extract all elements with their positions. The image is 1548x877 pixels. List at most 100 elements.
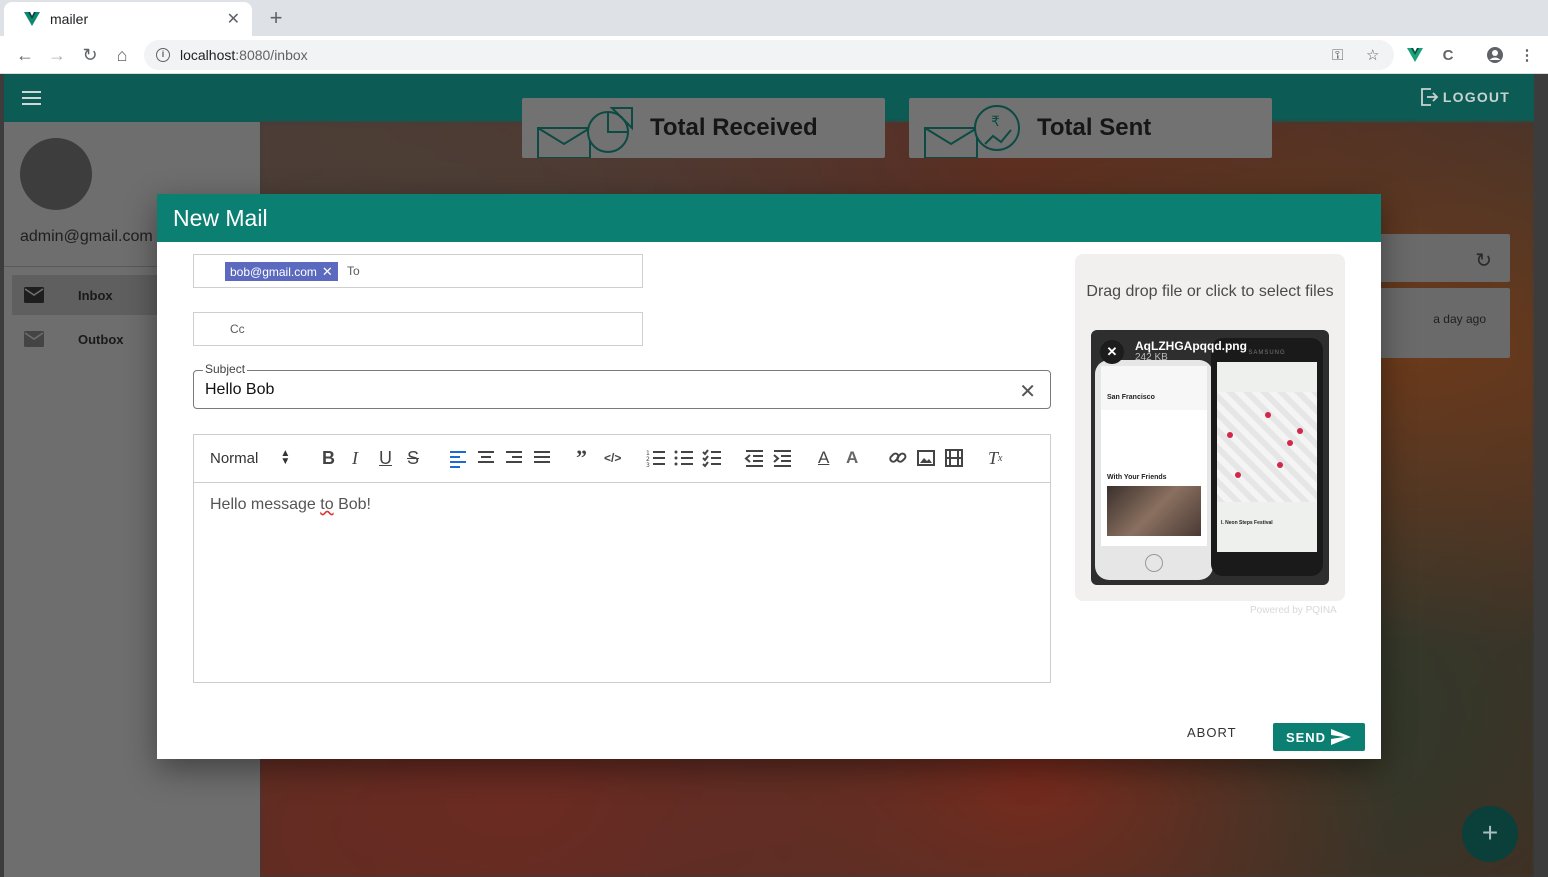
mail-icon: [24, 287, 44, 303]
editor-body[interactable]: Hello message to Bob!: [210, 496, 371, 514]
align-left-icon[interactable]: [448, 447, 468, 469]
svg-text:₹: ₹: [991, 114, 1000, 130]
to-placeholder: To: [347, 264, 360, 278]
underline-icon[interactable]: U: [379, 447, 392, 469]
recipient-chip-label: bob@gmail.com: [230, 264, 317, 279]
clear-formatting-icon[interactable]: Tx: [988, 447, 1002, 469]
file-dropzone[interactable]: Drag drop file or click to select files …: [1075, 254, 1345, 601]
format-select[interactable]: Normal ▲ ▼: [210, 447, 290, 469]
clear-icon[interactable]: ✕: [1019, 379, 1036, 404]
mail-time: a day ago: [1433, 312, 1486, 326]
send-icon: [1331, 729, 1352, 745]
body-text-misspelled: to: [320, 496, 334, 513]
align-center-icon[interactable]: [476, 447, 496, 469]
extension-icon[interactable]: C: [1437, 44, 1459, 66]
hamburger-menu-icon[interactable]: [22, 91, 41, 109]
total-received-card: Total Received: [522, 98, 885, 158]
recipient-chip[interactable]: bob@gmail.com ✕: [225, 262, 338, 281]
ordered-list-icon[interactable]: 123: [646, 447, 666, 469]
dropzone-label: Drag drop file or click to select files: [1086, 283, 1334, 300]
select-arrows-icon: ▲ ▼: [280, 448, 291, 467]
preview-event: I. Neon Steps Festival: [1221, 520, 1273, 526]
inbox-toolbar: ↻: [1380, 234, 1510, 282]
rich-text-editor: Normal ▲ ▼ B I U S ” </> 123 A A Tx Hell…: [193, 434, 1051, 683]
abort-button[interactable]: ABORT: [1187, 725, 1237, 740]
bookmark-star-icon[interactable]: ☆: [1366, 40, 1379, 70]
key-icon[interactable]: ⚿: [1332, 40, 1343, 70]
compose-fab-button[interactable]: +: [1462, 806, 1518, 862]
subject-input[interactable]: Hello Bob: [205, 381, 274, 399]
address-bar[interactable]: i localhost:8080/inbox ⚿ ☆: [144, 40, 1394, 70]
url-path: :8080/inbox: [235, 47, 308, 63]
info-icon[interactable]: i: [156, 48, 170, 62]
indent-icon[interactable]: [772, 447, 792, 469]
checklist-icon[interactable]: [702, 447, 722, 469]
subject-field[interactable]: Subject Hello Bob ✕: [193, 362, 1051, 409]
remove-recipient-icon[interactable]: ✕: [322, 264, 333, 280]
link-icon[interactable]: [888, 447, 908, 469]
logout-icon: [1421, 88, 1439, 106]
bullet-list-icon[interactable]: [674, 447, 694, 469]
new-mail-dialog: New Mail bob@gmail.com ✕ To Cc Subject H…: [157, 194, 1381, 759]
list-item[interactable]: a day ago: [1380, 288, 1510, 358]
file-preview: San Francisco With Your Friends SAMSUNG: [1091, 330, 1329, 585]
to-field[interactable]: bob@gmail.com ✕ To: [193, 254, 643, 288]
total-sent-card: ₹ Total Sent: [909, 98, 1272, 158]
remove-file-icon[interactable]: ✕: [1100, 340, 1124, 364]
dialog-title: New Mail: [173, 205, 268, 231]
browser-toolbar: ← → ↻ ⌂ i localhost:8080/inbox ⚿ ☆ C ⋮: [0, 36, 1548, 74]
powered-by-link[interactable]: Powered by PQINA: [1250, 605, 1337, 616]
send-button[interactable]: SEND: [1273, 723, 1365, 751]
avatar: [20, 138, 92, 210]
image-icon[interactable]: [916, 447, 936, 469]
dialog-header: New Mail: [157, 194, 1381, 242]
preview-friends: With Your Friends: [1107, 474, 1167, 481]
browser-tab[interactable]: mailer ✕: [4, 2, 252, 36]
user-email: admin@gmail.com: [20, 228, 153, 245]
preview-phone-map-image: SAMSUNG I. Neon Steps Festival: [1211, 338, 1323, 576]
preview-city: San Francisco: [1107, 394, 1155, 401]
sidebar-item-label: Inbox: [78, 287, 113, 303]
total-received-title: Total Received: [650, 114, 818, 141]
received-chart-icon: [537, 107, 633, 158]
reload-icon[interactable]: ↻: [77, 42, 103, 68]
file-name: AqLZHGApqqd.png: [1135, 339, 1247, 353]
vue-devtools-icon[interactable]: [1404, 44, 1426, 66]
new-tab-icon[interactable]: +: [264, 6, 288, 30]
cc-field[interactable]: Cc: [193, 312, 643, 346]
close-tab-icon[interactable]: ✕: [227, 9, 240, 29]
logout-label: LOGOUT: [1442, 89, 1510, 105]
strikethrough-icon[interactable]: S: [407, 447, 419, 469]
forward-icon[interactable]: →: [44, 42, 70, 68]
cc-placeholder: Cc: [230, 322, 245, 336]
rupee-chart-icon: ₹: [924, 105, 1020, 158]
body-text: Hello message: [210, 496, 321, 513]
mail-icon: [24, 331, 44, 347]
back-icon[interactable]: ←: [12, 42, 38, 68]
preview-phone-image: San Francisco With Your Friends: [1095, 360, 1213, 580]
vue-logo-icon: [24, 12, 40, 26]
svg-text:3: 3: [646, 462, 650, 469]
url-host: localhost: [180, 47, 236, 63]
outdent-icon[interactable]: [744, 447, 764, 469]
format-select-value: Normal: [210, 449, 259, 467]
browser-menu-icon[interactable]: ⋮: [1516, 44, 1538, 66]
text-color-icon[interactable]: A: [818, 447, 829, 469]
logout-button[interactable]: LOGOUT: [1419, 87, 1510, 107]
bold-icon[interactable]: B: [322, 447, 335, 469]
home-icon[interactable]: ⌂: [109, 42, 135, 68]
editor-toolbar: Normal ▲ ▼ B I U S ” </> 123 A A Tx: [194, 435, 1050, 483]
code-icon[interactable]: </>: [604, 447, 621, 469]
profile-icon[interactable]: [1484, 44, 1506, 66]
background-color-icon[interactable]: A: [846, 447, 858, 469]
file-size: 242 KB: [1135, 352, 1168, 363]
subject-label: Subject: [203, 362, 248, 376]
italic-icon[interactable]: I: [352, 447, 358, 469]
browser-tabbar: mailer ✕ +: [0, 0, 1548, 36]
send-label: SEND: [1285, 729, 1327, 745]
align-justify-icon[interactable]: [532, 447, 552, 469]
align-right-icon[interactable]: [504, 447, 524, 469]
refresh-icon[interactable]: ↻: [1475, 248, 1492, 273]
video-icon[interactable]: [944, 447, 964, 469]
blockquote-icon[interactable]: ”: [576, 445, 587, 470]
